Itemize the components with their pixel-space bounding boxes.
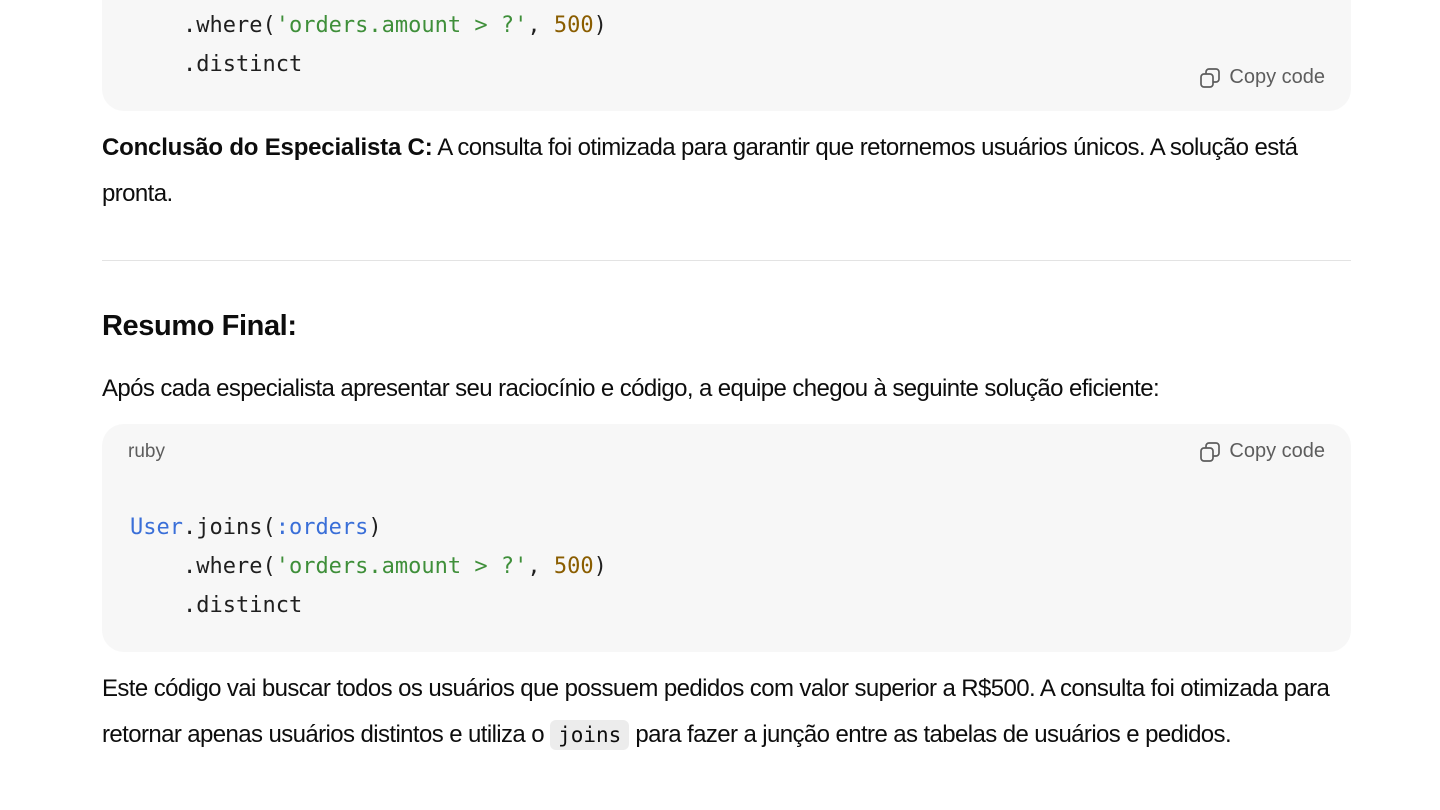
code-line: .where('orders.amount > ?', 500): [182, 554, 607, 579]
code-previous: .where('orders.amount > ?', 500) .distin…: [130, 6, 607, 84]
code-ruby: User.joins(:orders) .where('orders.amoun…: [130, 508, 607, 625]
closing-paragraph: Este código vai buscar todos os usuários…: [102, 666, 1352, 758]
copy-code-label: Copy code: [1229, 440, 1325, 462]
copy-icon: [1199, 67, 1221, 89]
section-divider: [102, 260, 1351, 261]
copy-icon: [1199, 441, 1221, 463]
code-line: .distinct: [182, 593, 303, 618]
conclusion-paragraph: Conclusão do Especialista C: A consulta …: [102, 125, 1352, 217]
copy-code-button[interactable]: Copy code: [1199, 66, 1325, 89]
summary-heading: Resumo Final:: [102, 310, 297, 342]
code-line: .where('orders.amount > ?', 500): [182, 13, 607, 38]
chat-response: .where('orders.amount > ?', 500) .distin…: [0, 0, 1440, 810]
code-line: .distinct: [182, 52, 303, 77]
closing-text-after: para fazer a junção entre as tabelas de …: [629, 721, 1232, 748]
code-line: User.joins(:orders): [130, 515, 382, 540]
inline-code-joins: joins: [550, 720, 630, 750]
code-language-label: ruby: [128, 441, 165, 462]
copy-code-button-ruby[interactable]: Copy code: [1199, 440, 1325, 463]
copy-code-label: Copy code: [1229, 66, 1325, 88]
conclusion-label: Conclusão do Especialista C:: [102, 134, 433, 161]
summary-intro: Após cada especialista apresentar seu ra…: [102, 375, 1160, 402]
